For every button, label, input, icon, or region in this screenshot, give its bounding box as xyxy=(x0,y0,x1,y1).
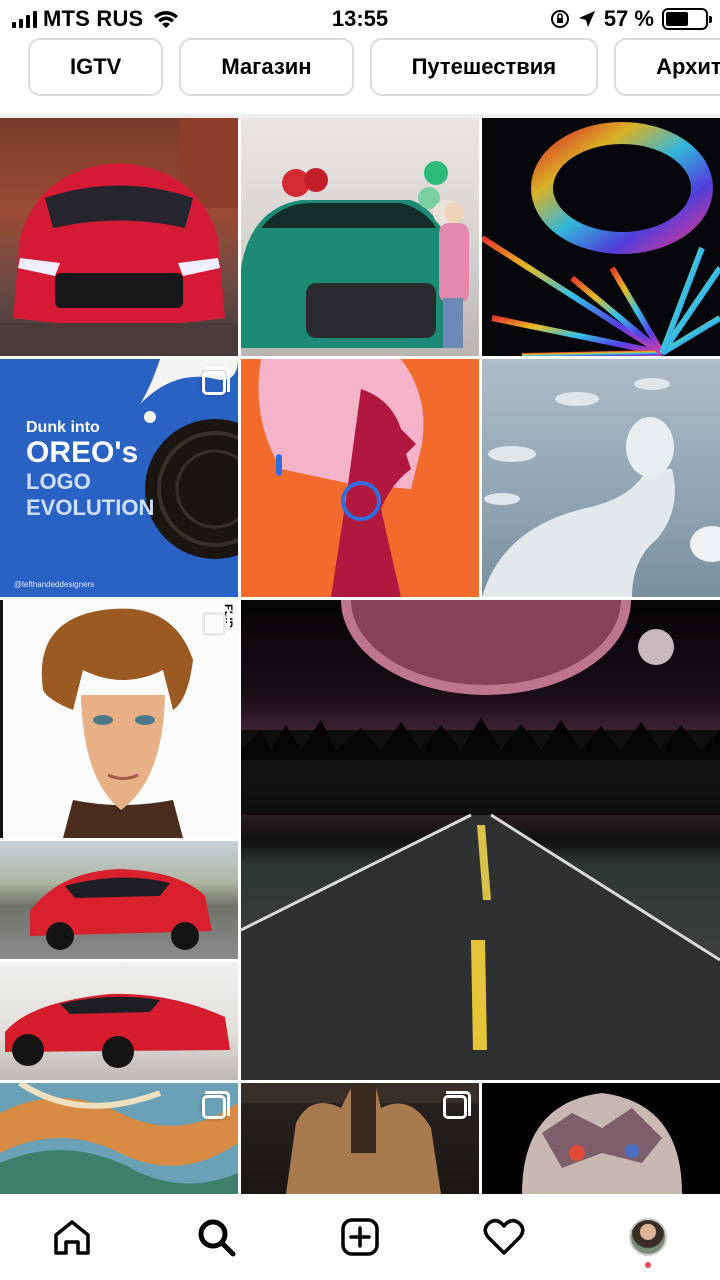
illustration-image xyxy=(258,359,424,597)
oreo-title-line2: OREO's xyxy=(26,436,139,469)
chip-architecture[interactable]: Архитектура xyxy=(614,38,720,96)
multi-post-icon xyxy=(202,1091,230,1119)
post-green-audi-gift[interactable] xyxy=(241,118,479,356)
post-red-audi-etron-2[interactable] xyxy=(0,962,238,1080)
car-image xyxy=(30,869,212,950)
car-image xyxy=(5,993,230,1068)
chip-travel[interactable]: Путешествия xyxy=(369,38,599,96)
search-icon xyxy=(198,1219,236,1257)
nav-profile[interactable] xyxy=(608,1202,688,1272)
profile-avatar xyxy=(629,1218,667,1256)
create-icon xyxy=(341,1218,379,1256)
post-marble-statue[interactable] xyxy=(482,359,720,597)
category-chips: IGTV Магазин Путешествия Архитектура xyxy=(28,38,720,98)
post-crystal-face[interactable] xyxy=(482,1083,720,1194)
post-red-audi[interactable] xyxy=(0,118,238,356)
nav-home[interactable] xyxy=(32,1202,112,1272)
battery-percent: 57 % xyxy=(603,6,654,31)
post-man-portrait[interactable]: FLIP xyxy=(0,600,238,838)
post-abstract-swirl[interactable] xyxy=(0,1083,238,1194)
multi-post-icon xyxy=(202,367,230,395)
statue-image xyxy=(482,378,720,597)
bottom-navigation xyxy=(0,1194,720,1280)
notification-dot xyxy=(645,1262,651,1268)
battery-icon xyxy=(662,8,712,30)
oreo-title-line1: Dunk into xyxy=(26,419,100,436)
status-bar: MTS RUS 13:55 57 % xyxy=(0,0,720,36)
oreo-title-line3: LOGO xyxy=(26,469,91,494)
post-abstract-prism[interactable] xyxy=(482,118,720,356)
prism-art-image xyxy=(482,122,720,356)
crystal-face-image xyxy=(522,1093,682,1194)
nav-search[interactable] xyxy=(176,1202,256,1272)
nav-create[interactable] xyxy=(320,1202,400,1272)
portrait-image xyxy=(41,608,193,838)
post-woman-illustration[interactable] xyxy=(241,359,479,597)
multi-post-icon xyxy=(202,608,230,636)
oreo-handle: @lefthandeddesigners xyxy=(14,580,95,589)
post-planet-road[interactable] xyxy=(241,600,720,1080)
post-guitar[interactable] xyxy=(241,1083,479,1194)
oreo-title-line4: EVOLUTION xyxy=(26,495,155,520)
orientation-lock-icon xyxy=(550,10,569,28)
home-icon xyxy=(54,1220,90,1255)
location-icon xyxy=(578,11,595,27)
post-red-audi-etron-1[interactable] xyxy=(0,841,238,959)
planet-road-image xyxy=(241,600,720,1080)
car-image xyxy=(0,118,238,356)
multi-post-icon xyxy=(443,1091,471,1119)
explore-grid: Dunk into OREO's LOGO EVOLUTION @lefthan… xyxy=(0,118,720,1194)
nav-activity[interactable] xyxy=(464,1202,544,1272)
heart-icon xyxy=(483,1218,525,1255)
post-oreo-logo[interactable]: Dunk into OREO's LOGO EVOLUTION @lefthan… xyxy=(0,359,238,597)
car-gift-image xyxy=(241,161,469,348)
chip-shop[interactable]: Магазин xyxy=(179,38,354,96)
chip-igtv[interactable]: IGTV xyxy=(28,38,164,96)
